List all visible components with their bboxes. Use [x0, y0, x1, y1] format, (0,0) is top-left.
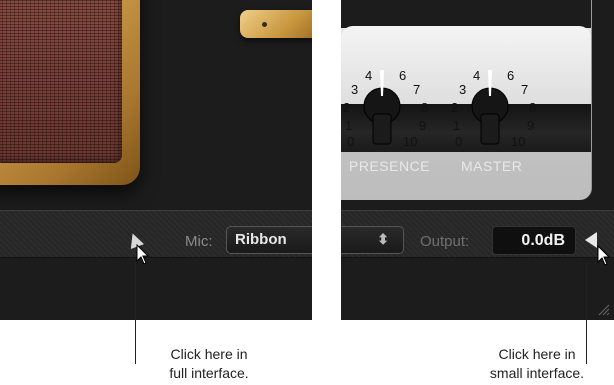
- presence-label: PRESENCE: [349, 158, 431, 174]
- screw-icon: [262, 22, 267, 27]
- presence-knob[interactable]: 0 1 2 3 4 6 7 8 9 10: [341, 62, 451, 154]
- master-tick-2: 2: [451, 100, 458, 115]
- presence-tick-4: 4: [365, 68, 372, 83]
- master-tick-8: 8: [529, 100, 536, 115]
- mic-select[interactable]: Ribbon: [226, 226, 312, 254]
- callout-full-line-2: full interface.: [169, 365, 249, 381]
- presence-tick-6: 6: [399, 68, 406, 83]
- speaker-grille: [0, 0, 122, 163]
- presence-tick-10: 10: [403, 134, 417, 149]
- resize-grip-icon[interactable]: [596, 302, 610, 316]
- master-tick-7: 7: [521, 82, 528, 97]
- master-label: MASTER: [461, 158, 523, 174]
- presence-tick-2: 2: [343, 100, 350, 115]
- master-tick-9: 9: [527, 118, 534, 133]
- output-label: Output:: [420, 233, 470, 250]
- presence-tick-3: 3: [351, 82, 358, 97]
- master-tick-6: 6: [507, 68, 514, 83]
- callout-small-interface: Click here in small interface.: [472, 345, 602, 383]
- presence-tick-1: 1: [345, 118, 352, 133]
- callout-full-interface: Click here in full interface.: [139, 345, 279, 383]
- presence-tick-0: 0: [347, 134, 354, 149]
- up-down-chevron-icon: ⬍: [377, 231, 389, 247]
- master-tick-4: 4: [473, 68, 480, 83]
- small-interface-panel: 0 1 2 3 4 6 7 8 9 10 0 1 2 3 4 6 7 8 9 1…: [341, 0, 614, 320]
- amp-head-corner: [240, 10, 312, 38]
- callout-line-full: [135, 262, 136, 364]
- faceplate-top: [341, 0, 591, 28]
- callout-small-line-2: small interface.: [489, 365, 585, 381]
- master-knob[interactable]: 0 1 2 3 4 6 7 8 9 10: [449, 62, 559, 154]
- mic-label: Mic:: [185, 233, 213, 250]
- master-tick-0: 0: [455, 134, 462, 149]
- mic-value: Ribbon: [235, 231, 287, 248]
- amp-cabinet: [0, 0, 140, 185]
- output-value: 0.0dB: [521, 232, 565, 249]
- output-value-field[interactable]: 0.0dB: [492, 226, 576, 255]
- master-tick-1: 1: [453, 118, 460, 133]
- mic-select-partial[interactable]: ⬍: [341, 226, 404, 254]
- mouse-pointer-icon: [136, 244, 150, 265]
- presence-tick-9: 9: [419, 118, 426, 133]
- callout-small-line-1: Click here in: [498, 346, 576, 362]
- master-tick-10: 10: [511, 134, 525, 149]
- callout-full-line-1: Click here in: [170, 346, 248, 362]
- presence-tick-8: 8: [421, 100, 428, 115]
- presence-tick-7: 7: [413, 82, 420, 97]
- collapse-triangle-icon[interactable]: [585, 232, 597, 248]
- full-interface-panel: Mic: Ribbon: [0, 0, 312, 320]
- mouse-pointer-icon: [597, 245, 611, 266]
- master-tick-3: 3: [459, 82, 466, 97]
